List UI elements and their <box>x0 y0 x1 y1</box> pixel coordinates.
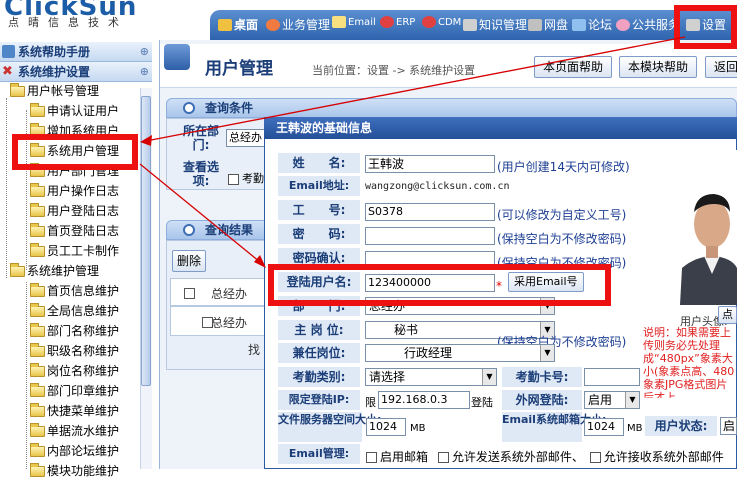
annotation-arrows <box>139 36 686 268</box>
arrowhead-icon <box>140 135 152 146</box>
arrowhead-icon <box>254 255 266 268</box>
arrow-line <box>139 163 261 263</box>
arrow-line <box>145 36 686 142</box>
